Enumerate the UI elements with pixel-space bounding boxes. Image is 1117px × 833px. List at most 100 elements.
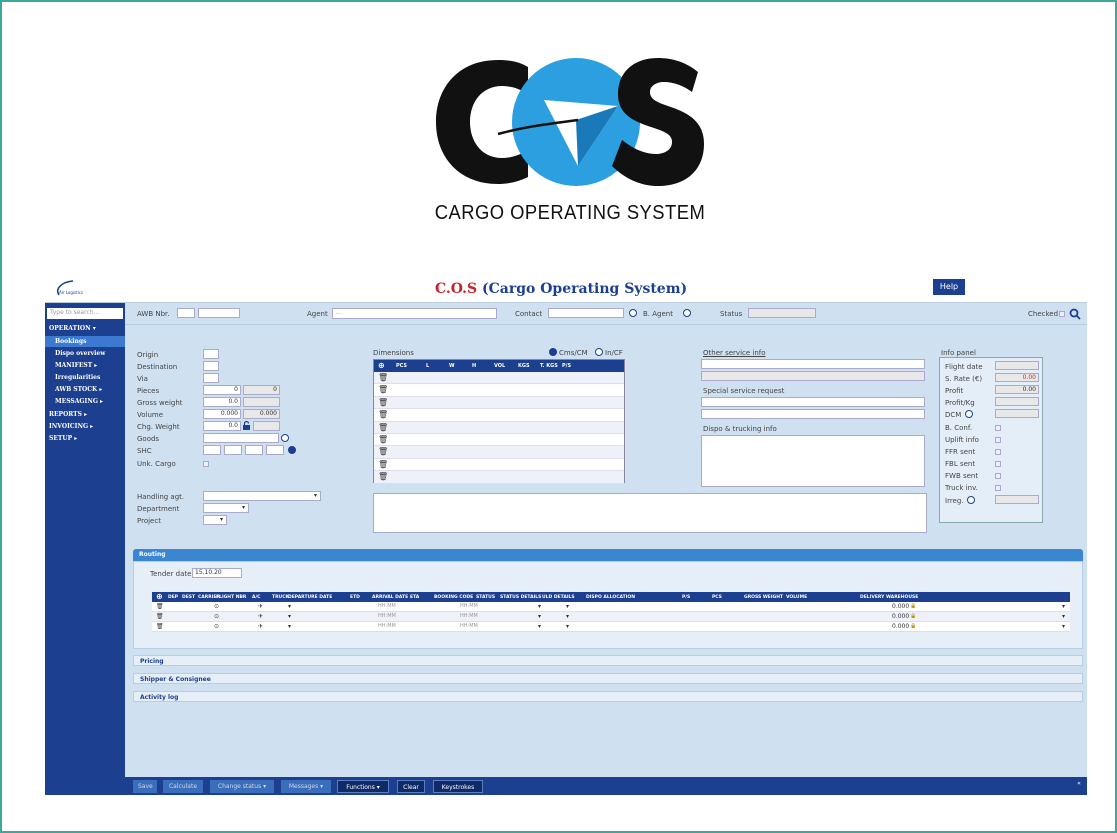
uplift-checkbox[interactable] [995, 437, 1001, 443]
eta-input[interactable]: HH:MM [460, 623, 478, 629]
sidebar-item[interactable]: MANIFEST ▸ [55, 362, 97, 369]
other-service-input-1[interactable] [701, 359, 925, 369]
shc-add-icon[interactable] [288, 446, 296, 454]
add-route-icon[interactable]: ⊕ [156, 592, 163, 601]
handling-select[interactable]: ▾ [203, 491, 321, 501]
warehouse-select[interactable]: ▾ [1062, 613, 1065, 620]
volume-lock-icon[interactable]: 🔒 [910, 613, 916, 619]
irreg-add-icon[interactable] [967, 496, 975, 504]
contact-input[interactable] [548, 308, 624, 318]
carrier-lookup-icon[interactable]: ⊙ [214, 623, 219, 630]
unit-cms-toggle[interactable] [549, 348, 557, 356]
bagent-add-icon[interactable] [683, 309, 691, 317]
volume-input[interactable]: 0.000 [203, 409, 241, 419]
warehouse-select[interactable]: ▾ [1062, 623, 1065, 630]
flight-icon[interactable]: ✈ [258, 613, 263, 620]
chg-weight-input[interactable]: 0.0 [203, 421, 241, 431]
pieces-input[interactable]: 0 [203, 385, 241, 395]
ac-select[interactable]: ▾ [288, 603, 291, 610]
trash-icon[interactable]: 🗑 [156, 623, 164, 630]
sidebar-item[interactable]: Dispo overview [55, 350, 105, 357]
lock-icon[interactable] [242, 421, 251, 430]
carrier-lookup-icon[interactable]: ⊙ [214, 603, 219, 610]
etd-input[interactable]: HH:MM [378, 623, 396, 629]
gross-weight-input[interactable]: 0.0 [203, 397, 241, 407]
special-service-input-1[interactable] [701, 397, 925, 407]
carrier-lookup-icon[interactable]: ⊙ [214, 613, 219, 620]
sidebar-item[interactable]: SETUP ▸ [49, 435, 77, 442]
ffr-checkbox[interactable] [995, 449, 1001, 455]
footer-button-calculate[interactable]: Calculate [163, 780, 203, 793]
sidebar-search-input[interactable]: Type to search... [47, 308, 123, 319]
sidebar-item[interactable]: Irregularities [55, 374, 100, 381]
booking-code-select[interactable]: ▾ [538, 613, 541, 620]
flight-icon[interactable]: ✈ [258, 603, 263, 610]
tender-date-input[interactable]: 15.10.20 [192, 568, 242, 578]
add-dimension-icon[interactable]: ⊕ [378, 361, 385, 370]
remarks-textarea[interactable] [373, 493, 927, 533]
trash-icon[interactable]: 🗑 [378, 435, 388, 444]
shc-input-2[interactable] [224, 445, 242, 455]
eta-input[interactable]: HH:MM [460, 613, 478, 619]
goods-add-icon[interactable] [281, 434, 289, 442]
trash-icon[interactable]: 🗑 [378, 447, 388, 456]
footer-button-clear[interactable]: Clear [397, 780, 425, 793]
booking-code-select[interactable]: ▾ [538, 603, 541, 610]
checked-checkbox[interactable] [1059, 311, 1065, 317]
volume-lock-icon[interactable]: 🔒 [910, 603, 916, 609]
footer-button-save[interactable]: Save [133, 780, 157, 793]
department-select[interactable]: ▾ [203, 503, 249, 513]
warehouse-select[interactable]: ▾ [1062, 603, 1065, 610]
b-conf-checkbox[interactable] [995, 425, 1001, 431]
trash-icon[interactable]: 🗑 [378, 423, 388, 432]
ac-select[interactable]: ▾ [288, 623, 291, 630]
origin-input[interactable] [203, 349, 219, 359]
eta-input[interactable]: HH:MM [460, 603, 478, 609]
sidebar-item[interactable]: Bookings [45, 336, 125, 347]
etd-input[interactable]: HH:MM [378, 613, 396, 619]
trash-icon[interactable]: 🗑 [378, 373, 388, 382]
section-pricing[interactable]: Pricing [133, 655, 1083, 666]
flight-icon[interactable]: ✈ [258, 623, 263, 630]
routing-header[interactable]: Routing [133, 549, 1083, 561]
footer-button-messages[interactable]: Messages ▾ [281, 780, 331, 793]
dcm-add-icon[interactable] [965, 410, 973, 418]
booking-code-select[interactable]: ▾ [538, 623, 541, 630]
etd-input[interactable]: HH:MM [378, 603, 396, 609]
shc-input-1[interactable] [203, 445, 221, 455]
dispo-textarea[interactable] [701, 435, 925, 487]
sidebar-item[interactable]: MESSAGING ▸ [55, 398, 103, 405]
awb-number-input[interactable] [198, 308, 240, 318]
fbl-checkbox[interactable] [995, 461, 1001, 467]
unit-in-toggle[interactable] [595, 348, 603, 356]
status-select[interactable]: ▾ [566, 623, 569, 630]
section-shipper-consignee[interactable]: Shipper & Consignee [133, 673, 1083, 684]
trash-icon[interactable]: 🗑 [378, 460, 388, 469]
help-button[interactable]: Help [933, 279, 965, 295]
trash-icon[interactable]: 🗑 [378, 385, 388, 394]
sidebar-item[interactable]: INVOICING ▸ [49, 423, 93, 430]
shc-input-4[interactable] [266, 445, 284, 455]
trash-icon[interactable]: 🗑 [378, 410, 388, 419]
volume-lock-icon[interactable]: 🔒 [910, 623, 916, 629]
contact-add-icon[interactable] [629, 309, 637, 317]
trash-icon[interactable]: 🗑 [156, 603, 164, 610]
footer-button-keystrokes[interactable]: Keystrokes [433, 780, 483, 793]
status-select[interactable]: ▾ [566, 603, 569, 610]
agent-select[interactable]: ... [332, 308, 497, 319]
sidebar-item[interactable]: OPERATION ▾ [49, 325, 96, 332]
search-icon[interactable] [1069, 308, 1081, 320]
goods-input[interactable] [203, 433, 279, 443]
shc-input-3[interactable] [245, 445, 263, 455]
awb-prefix-input[interactable] [177, 308, 195, 318]
trash-icon[interactable]: 🗑 [378, 472, 388, 481]
trash-icon[interactable]: 🗑 [156, 613, 164, 620]
footer-button-functions[interactable]: Functions ▾ [337, 780, 389, 793]
sidebar-item[interactable]: REPORTS ▸ [49, 411, 87, 418]
unk-cargo-checkbox[interactable] [203, 461, 209, 467]
sidebar-item[interactable]: AWB STOCK ▸ [55, 386, 102, 393]
special-service-input-2[interactable] [701, 409, 925, 419]
section-activity-log[interactable]: Activity log [133, 691, 1083, 702]
destination-input[interactable] [203, 361, 219, 371]
fwb-checkbox[interactable] [995, 473, 1001, 479]
